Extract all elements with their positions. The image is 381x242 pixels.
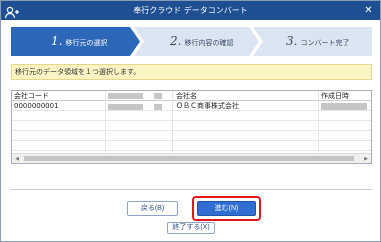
scroll-right-icon[interactable]: ▶ — [361, 154, 371, 163]
next-button[interactable]: 進む(N) — [197, 201, 256, 216]
column-divider — [172, 91, 173, 153]
step-2-label: 2. 移行内容の確認 — [170, 34, 234, 48]
horizontal-scrollbar[interactable]: ◀ ▶ — [12, 153, 371, 163]
instruction-banner: 移行元のデータ領域を１つ選択します。 — [11, 64, 372, 80]
redacted-cell — [154, 104, 162, 110]
redacted-header — [154, 93, 162, 99]
column-divider — [105, 91, 106, 153]
redacted-cell — [108, 104, 143, 110]
column-header-created[interactable]: 作成日時 — [321, 91, 349, 101]
redacted-cell — [321, 103, 367, 110]
close-icon[interactable]: ✕ — [361, 3, 376, 18]
cell-company-code: 0000000001 — [14, 102, 59, 110]
finish-button[interactable]: 終了する(X) — [167, 222, 215, 234]
back-button[interactable]: 戻る(B) — [127, 201, 178, 216]
column-divider — [318, 91, 319, 153]
column-header-code[interactable]: 会社コード — [14, 91, 49, 101]
scroll-left-icon[interactable]: ◀ — [12, 154, 22, 163]
dialog-window: 奉行クラウド データコンバート ✕ 1. 移行元の選択 2. 移行内容の確認 3. コ… — [0, 0, 381, 242]
window-title: 奉行クラウド データコンバート — [133, 6, 248, 15]
scrollbar-thumb[interactable] — [24, 156, 354, 161]
step-indicator: 1. 移行元の選択 2. 移行内容の確認 3. コンバート完了 — [11, 27, 372, 56]
cell-company-name: ＯＢＣ商事株式会社 — [176, 102, 239, 110]
column-header-name[interactable]: 会社名 — [176, 91, 197, 101]
step-3-label: 3. コンバート完了 — [286, 34, 350, 48]
title-bar: 奉行クラウド データコンバート ✕ — [1, 1, 380, 20]
data-area-table[interactable]: 会社コード 会社名 作成日時 0000000001 ＯＢＣ商事株式会社 ◀ ▶ — [11, 90, 372, 164]
step-1-label: 1. 移行元の選択 — [51, 34, 108, 48]
footer-divider — [11, 189, 372, 190]
redacted-header — [108, 93, 143, 99]
